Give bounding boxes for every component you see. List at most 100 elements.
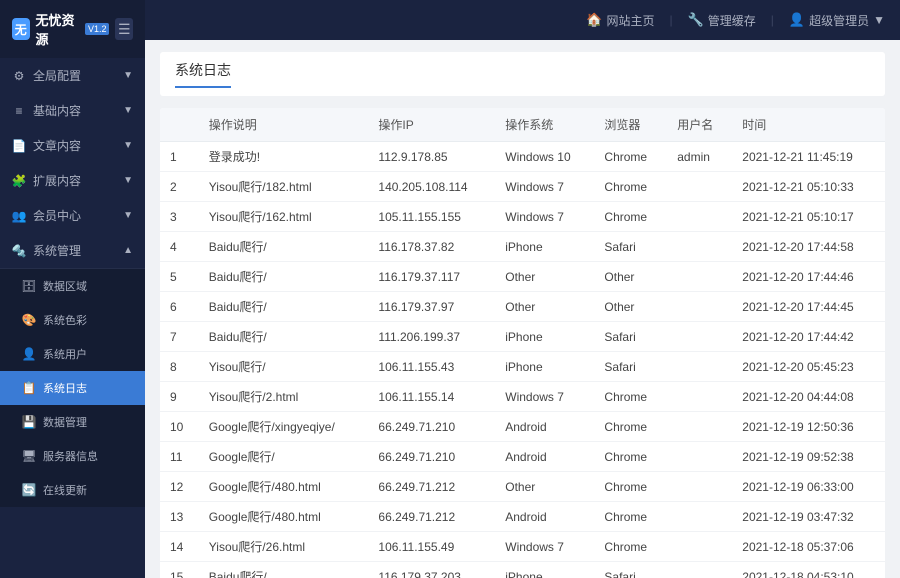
cell-os: Windows 10 [495,142,594,172]
sidebar-item-zaixian[interactable]: 🔄 在线更新 [0,473,145,507]
cell-os: Windows 7 [495,382,594,412]
cell-browser: Chrome [594,172,667,202]
cell-action: Baidu爬行/ [199,562,369,578]
cell-browser: Safari [594,352,667,382]
cell-browser: Chrome [594,202,667,232]
sidebar-item-huiyuan-label: 会员中心 [33,207,81,224]
cell-id: 2 [160,172,199,202]
content-area: 系统日志 操作说明 操作IP 操作系统 浏览器 用户名 时间 1 [145,40,900,578]
col-id [160,108,199,142]
cell-action: Google爬行/xingyeqiye/ [199,412,369,442]
cell-user [667,172,732,202]
cell-id: 4 [160,232,199,262]
sidebar-item-xitongse[interactable]: 🎨 系统色彩 [0,303,145,337]
cell-user [667,412,732,442]
table-row: 6 Baidu爬行/ 116.179.37.97 Other Other 202… [160,292,885,322]
cell-action: Yisou爬行/ [199,352,369,382]
sidebar-item-kuozhan-label: 扩展内容 [33,172,81,189]
cell-user [667,352,732,382]
cell-id: 8 [160,352,199,382]
cell-time: 2021-12-19 09:52:38 [732,442,885,472]
table-row: 7 Baidu爬行/ 111.206.199.37 iPhone Safari … [160,322,885,352]
database-icon: 🗄 [22,279,36,293]
cell-user [667,322,732,352]
log-icon: 📋 [22,381,36,395]
sidebar-item-xitonguser[interactable]: 👤 系统用户 [0,337,145,371]
col-ip: 操作IP [368,108,495,142]
sidebar-item-jichu-label: 基础内容 [33,102,81,119]
cell-action: 登录成功! [199,142,369,172]
cell-os: Windows 7 [495,172,594,202]
cell-ip: 106.11.155.49 [368,532,495,562]
sidebar-item-xitong[interactable]: 🔩 系统管理 ▲ [0,233,145,268]
cell-browser: Safari [594,562,667,578]
sidebar-main-menu: ⚙ 全局配置 ▼ ≡ 基础内容 ▼ 📄 文章内容 ▼ 🧩 扩展内容 ▼ 👥 会员… [0,58,145,269]
sidebar-item-quanju-label: 全局配置 [33,67,81,84]
cell-id: 3 [160,202,199,232]
sidebar-item-kuozhan[interactable]: 🧩 扩展内容 ▼ [0,163,145,198]
sidebar-item-shujuguanli-label: 数据管理 [43,414,87,430]
cell-id: 6 [160,292,199,322]
cell-ip: 116.179.37.97 [368,292,495,322]
menu-toggle[interactable]: ☰ [115,18,133,40]
main-area: 🏠 网站主页 | 🔧 管理缓存 | 👤 超级管理员 ▼ 系统日志 操作说明 [145,0,900,578]
cell-id: 10 [160,412,199,442]
cell-browser: Chrome [594,502,667,532]
cell-action: Yisou爬行/162.html [199,202,369,232]
cell-user: admin [667,142,732,172]
chevron-down-icon: ▼ [123,175,133,186]
sidebar-item-jichu[interactable]: ≡ 基础内容 ▼ [0,93,145,128]
cell-ip: 66.249.71.212 [368,472,495,502]
col-action: 操作说明 [199,108,369,142]
topbar-admin-label: 超级管理员 [809,12,869,29]
topbar-manage[interactable]: 🔧 管理缓存 [688,12,756,29]
cell-user [667,232,732,262]
user-group-icon: 👥 [12,209,26,223]
cell-action: Baidu爬行/ [199,322,369,352]
topbar-home[interactable]: 🏠 网站主页 [586,12,654,29]
cell-time: 2021-12-19 12:50:36 [732,412,885,442]
cell-os: Other [495,262,594,292]
cell-action: Google爬行/480.html [199,472,369,502]
home-icon: 🏠 [586,12,602,28]
doc-icon: 📄 [12,139,26,153]
cell-browser: Chrome [594,142,667,172]
cell-time: 2021-12-18 05:37:06 [732,532,885,562]
sidebar-item-shujuguanli[interactable]: 💾 数据管理 [0,405,145,439]
page-title: 系统日志 [175,60,231,88]
table-row: 12 Google爬行/480.html 66.249.71.212 Other… [160,472,885,502]
sidebar-item-shujuqv[interactable]: 🗄 数据区域 [0,269,145,303]
cell-browser: Safari [594,322,667,352]
topbar-manage-label: 管理缓存 [708,12,756,29]
log-table-container: 操作说明 操作IP 操作系统 浏览器 用户名 时间 1 登录成功! 112.9.… [160,108,885,578]
table-row: 11 Google爬行/ 66.249.71.210 Android Chrom… [160,442,885,472]
cell-browser: Safari [594,232,667,262]
chevron-down-icon: ▼ [123,140,133,151]
sidebar-item-huiyuan[interactable]: 👥 会员中心 ▼ [0,198,145,233]
cell-os: Android [495,442,594,472]
table-row: 9 Yisou爬行/2.html 106.11.155.14 Windows 7… [160,382,885,412]
cell-browser: Other [594,292,667,322]
cell-ip: 111.206.199.37 [368,322,495,352]
cell-time: 2021-12-20 17:44:58 [732,232,885,262]
sidebar-item-wenzhang[interactable]: 📄 文章内容 ▼ [0,128,145,163]
list-icon: ≡ [12,104,26,118]
cell-time: 2021-12-21 05:10:17 [732,202,885,232]
cell-time: 2021-12-21 05:10:33 [732,172,885,202]
sidebar-item-xitongrizhi-label: 系统日志 [43,380,87,396]
cell-user [667,562,732,578]
cell-user [667,292,732,322]
cell-user [667,442,732,472]
app-name: 无忧资源 [36,10,77,48]
cell-ip: 66.249.71.210 [368,442,495,472]
sidebar-item-xitongrizhi[interactable]: 📋 系统日志 [0,371,145,405]
sidebar-item-fuwuqi[interactable]: 🖥 服务器信息 [0,439,145,473]
sidebar-item-quanju[interactable]: ⚙ 全局配置 ▼ [0,58,145,93]
cell-id: 12 [160,472,199,502]
topbar-admin[interactable]: 👤 超级管理员 ▼ [789,12,885,29]
cell-browser: Chrome [594,412,667,442]
cell-time: 2021-12-20 17:44:46 [732,262,885,292]
chevron-down-icon: ▼ [123,70,133,81]
logo-icon: 无 [12,18,30,40]
cell-user [667,502,732,532]
